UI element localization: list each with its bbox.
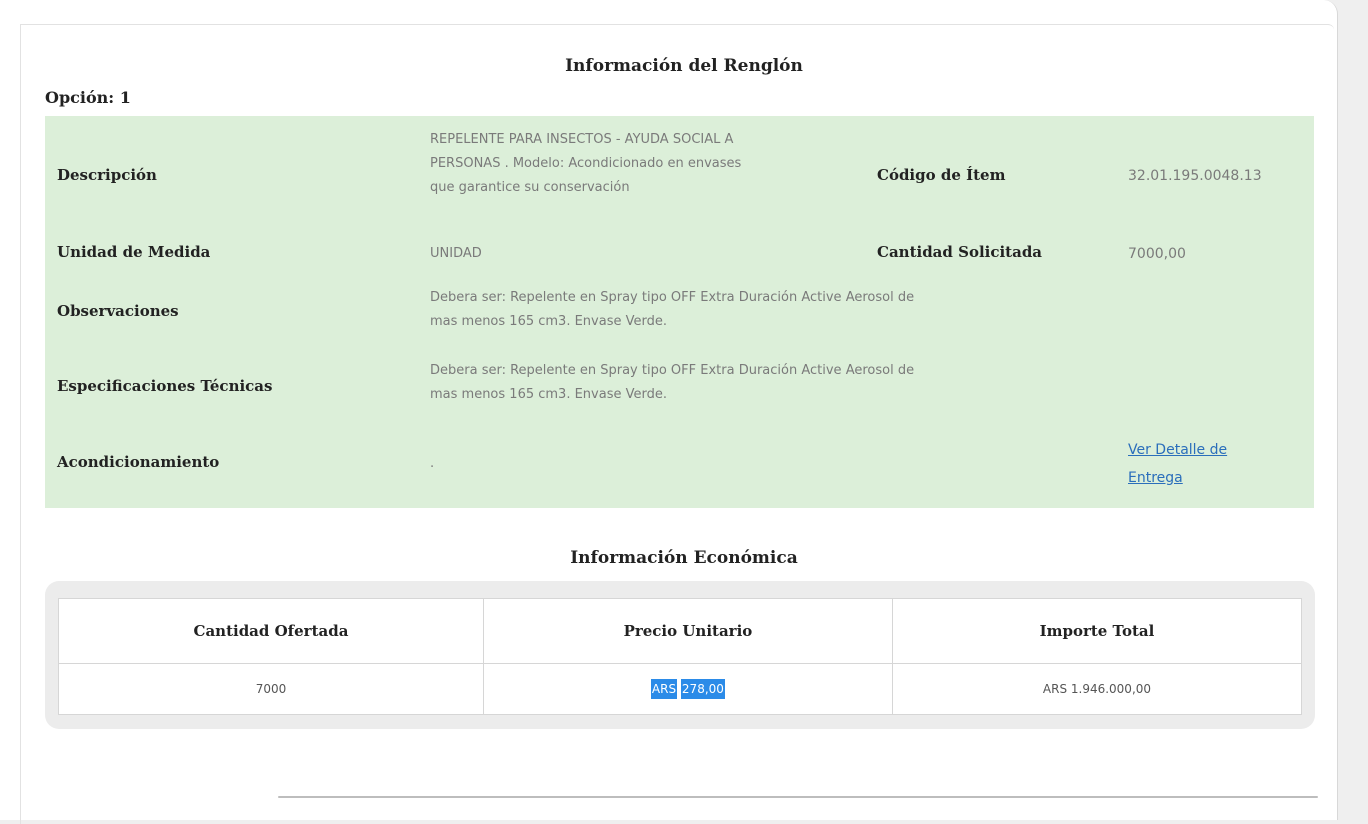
codigo-item-value: 32.01.195.0048.13 bbox=[1128, 168, 1262, 184]
descripcion-label: Descripción bbox=[57, 166, 157, 184]
economica-title: Información Económica bbox=[570, 548, 798, 568]
descripcion-line: PERSONAS . Modelo: Acondicionado en enva… bbox=[430, 156, 742, 171]
observaciones-line: Debera ser: Repelente en Spray tipo OFF … bbox=[430, 290, 915, 305]
especificaciones-line: mas menos 165 cm3. Envase Verde. bbox=[430, 387, 667, 402]
ver-detalle-entrega-link[interactable]: Ver Detalle de Entrega bbox=[1128, 436, 1227, 492]
bottom-divider bbox=[278, 796, 1318, 798]
economica-table: Cantidad Ofertada Precio Unitario Import… bbox=[58, 598, 1303, 715]
observaciones-line: mas menos 165 cm3. Envase Verde. bbox=[430, 314, 667, 329]
cantidad-ofertada-cell: 7000 bbox=[58, 663, 484, 715]
descripcion-line: que garantice su conservación bbox=[430, 180, 630, 195]
unidad-medida-value: UNIDAD bbox=[430, 246, 482, 261]
unidad-medida-label: Unidad de Medida bbox=[57, 243, 211, 261]
observaciones-value: Debera ser: Repelente en Spray tipo OFF … bbox=[430, 286, 1120, 334]
renglon-title: Información del Renglón bbox=[565, 56, 803, 76]
descripcion-value: REPELENTE PARA INSECTOS - AYUDA SOCIAL A… bbox=[430, 128, 880, 200]
importe-total-cell: ARS 1.946.000,00 bbox=[891, 663, 1303, 715]
link-line: Entrega bbox=[1128, 470, 1183, 486]
option-label: Opción: 1 bbox=[45, 88, 131, 107]
especificaciones-value: Debera ser: Repelente en Spray tipo OFF … bbox=[430, 359, 1120, 407]
cantidad-solicitada-value: 7000,00 bbox=[1128, 246, 1186, 262]
codigo-item-label: Código de Ítem bbox=[877, 166, 1006, 184]
precio-unitario-header: Precio Unitario bbox=[482, 598, 893, 664]
link-line: Ver Detalle de bbox=[1128, 442, 1228, 458]
acondicionamiento-label: Acondicionamiento bbox=[57, 453, 220, 471]
precio-amount: 278,00 bbox=[680, 679, 725, 699]
importe-total-header: Importe Total bbox=[891, 598, 1303, 664]
precio-unitario-cell: ARS 278,00 bbox=[482, 663, 893, 715]
cantidad-solicitada-label: Cantidad Solicitada bbox=[877, 243, 1043, 261]
especificaciones-label: Especificaciones Técnicas bbox=[57, 377, 273, 395]
observaciones-label: Observaciones bbox=[57, 302, 179, 320]
cantidad-ofertada-header: Cantidad Ofertada bbox=[58, 598, 484, 664]
table-header-row: Cantidad Ofertada Precio Unitario Import… bbox=[58, 598, 1303, 664]
especificaciones-line: Debera ser: Repelente en Spray tipo OFF … bbox=[430, 363, 915, 378]
descripcion-line: REPELENTE PARA INSECTOS - AYUDA SOCIAL A bbox=[430, 132, 734, 147]
acondicionamiento-value: . bbox=[430, 456, 435, 471]
precio-currency: ARS bbox=[650, 679, 678, 699]
table-row: 7000 ARS 278,00 ARS 1.946.000,00 bbox=[58, 663, 1303, 715]
